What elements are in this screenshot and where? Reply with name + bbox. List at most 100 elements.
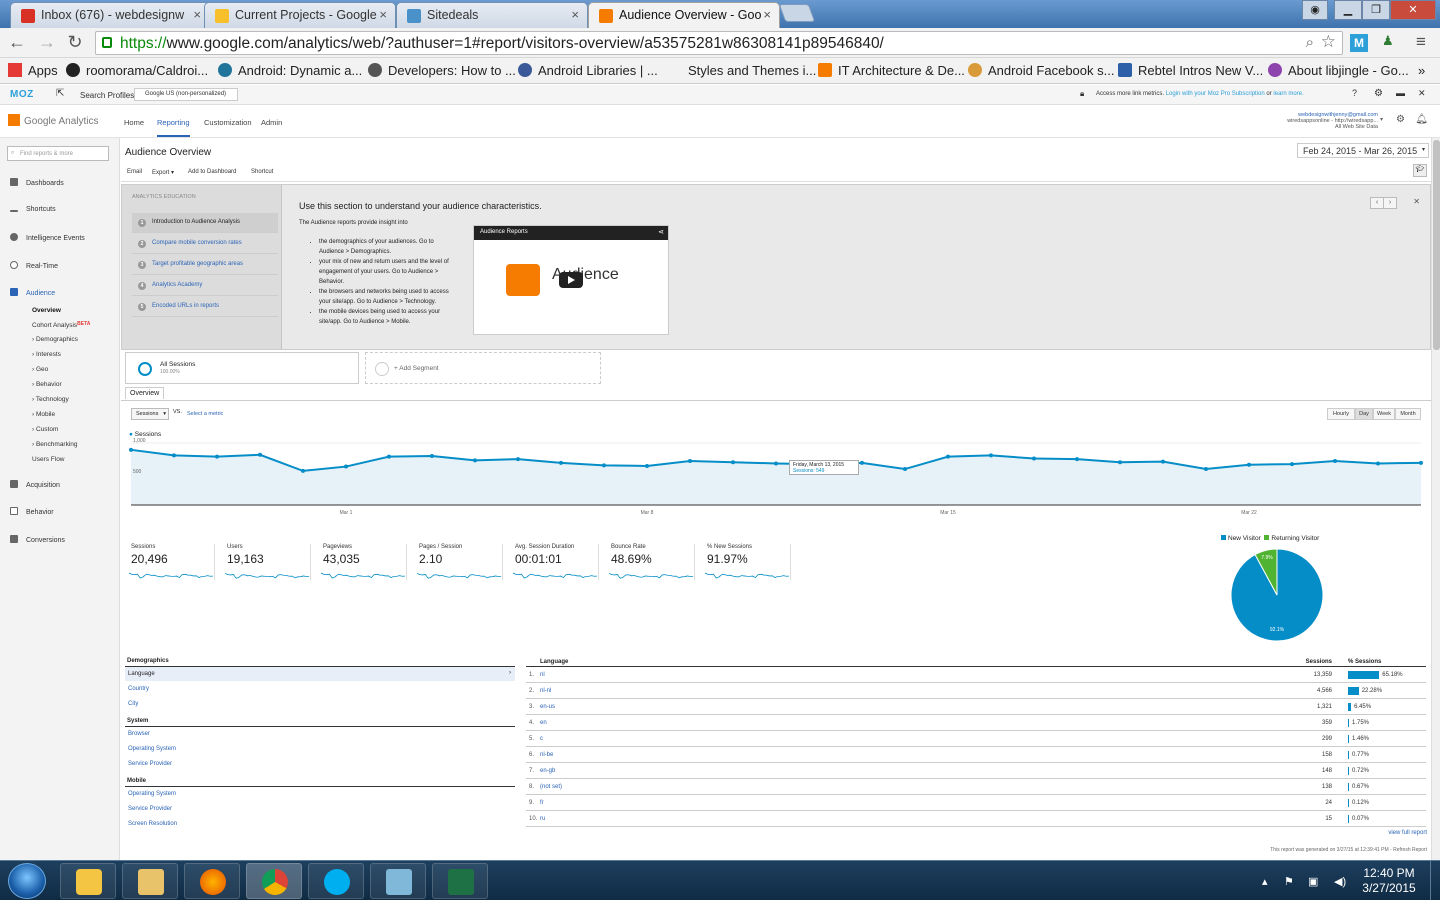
back-icon[interactable]: ← [6,32,28,53]
language-link[interactable]: c [540,736,543,742]
education-video[interactable]: Audience Reports ⋖ Audience [473,225,669,335]
sidebar-item-shortcuts[interactable]: Shortcuts [10,206,56,213]
search-profiles[interactable]: Search Profiles [80,91,134,100]
tab-audience-overview[interactable]: Audience Overview - Goo × [588,2,780,28]
metric-select[interactable]: Sessions ▾ [131,408,169,420]
settings-icon[interactable]: ⚙ [1396,114,1405,125]
network-icon[interactable]: ▣ [1308,875,1318,888]
notifications-icon[interactable]: 🔔︎ [1415,114,1428,125]
search-engine-select[interactable]: Google US (non-personalized) [134,88,238,101]
address-bar[interactable]: https://www.google.com/analytics/web/?au… [95,31,1343,55]
extension-icon[interactable]: ♟ [1382,33,1398,53]
close-icon[interactable]: × [571,7,579,22]
reload-icon[interactable]: ↻ [64,32,86,53]
time-day-button[interactable]: Day [1355,408,1373,420]
language-link[interactable]: fr [540,800,544,806]
previous-lesson-button[interactable]: ‹ [1370,197,1384,209]
demographics-language-item[interactable]: Language › [125,667,515,681]
star-icon[interactable]: ☆ [1321,32,1336,52]
window-close-button[interactable]: ✕ [1390,0,1436,20]
sidebar-item-conversions[interactable]: Conversions [10,535,65,544]
sidebar-item-acquisition[interactable]: Acquisition [10,480,60,489]
forward-icon[interactable]: → [36,32,58,53]
sidebar-item-real-time[interactable]: Real-Time [10,261,58,270]
sessions-chart[interactable]: 1,000 500 Mar 1 Mar 8 Mar 15 Mar 22 Friday, M… [126,433,1426,528]
volume-icon[interactable]: ◀) [1334,875,1346,888]
sidebar-sub-cohort[interactable]: Cohort AnalysisBETA [32,321,90,329]
language-link[interactable]: nl-be [540,752,553,758]
lesson-item[interactable]: 2 Compare mobile conversion rates [132,234,278,254]
bookmark-item[interactable]: Android: Dynamic a... [218,63,362,78]
system-clock[interactable]: 12:40 PM 3/27/2015 [1358,866,1420,896]
bookmark-item[interactable]: Developers: How to ... [368,63,516,78]
tab-overview[interactable]: Overview [125,387,165,399]
close-icon[interactable]: × [379,7,387,22]
zoom-icon[interactable]: ⌕ [1306,34,1314,51]
close-icon[interactable]: ✕ [1413,197,1420,206]
mobile-resolution-link[interactable]: Screen Resolution [128,821,177,827]
scrollbar-thumb[interactable] [1433,140,1440,350]
page-scrollbar[interactable] [1431,138,1440,860]
shortcut-button[interactable]: Shortcut [251,169,273,175]
tab-current-projects[interactable]: Current Projects - Google × [204,2,396,28]
language-link[interactable]: (not set) [540,784,562,790]
sidebar-sub-technology[interactable]: › Technology [32,396,69,403]
add-to-dashboard-button[interactable]: Add to Dashboard [188,169,236,175]
share-icon[interactable]: ⋖ [658,228,664,236]
action-center-icon[interactable]: ⚑ [1284,875,1294,888]
lesson-item[interactable]: 5 Encoded URLs in reports [132,297,278,317]
bookmark-item[interactable]: Android Facebook s... [968,63,1114,78]
language-link[interactable]: en-gb [540,768,555,774]
nav-home[interactable]: Home [124,118,144,127]
lesson-item[interactable]: 1 Introduction to Audience Analysis [132,213,278,233]
language-link[interactable]: nl-nl [540,688,551,694]
gear-icon[interactable]: ⚙ [1374,88,1383,99]
taskbar-outlook[interactable] [60,863,116,899]
chevron-down-icon[interactable]: ▾ [1380,116,1383,123]
sidebar-item-intelligence-events[interactable]: Intelligence Events [10,233,85,242]
taskbar-notes[interactable] [370,863,426,899]
demographics-city-link[interactable]: City [128,701,138,707]
bookmark-item[interactable]: Rebtel Intros New V... [1118,63,1263,78]
metric-pageviews[interactable]: Pageviews 43,035 [319,544,407,580]
bookmark-item[interactable]: IT Architecture & De... [818,63,965,78]
nav-reporting[interactable]: Reporting [157,118,190,137]
lesson-item[interactable]: 3 Target profitable geographic areas [132,255,278,275]
taskbar-chrome[interactable] [246,863,302,899]
language-link[interactable]: nl [540,672,545,678]
sidebar-item-audience[interactable]: Audience [10,288,55,297]
language-link[interactable]: en-us [540,704,555,710]
system-os-link[interactable]: Operating System [128,746,176,752]
metric-avg-session-duration[interactable]: Avg. Session Duration 00:01:01 [511,544,599,580]
sidebar-sub-custom[interactable]: › Custom [32,426,58,433]
tray-expand-icon[interactable]: ▴ [1262,875,1268,888]
learn-more-link[interactable]: learn more. [1273,91,1303,97]
mobile-os-link[interactable]: Operating System [128,791,176,797]
time-week-button[interactable]: Week [1373,408,1395,420]
sidebar-sub-demographics[interactable]: › Demographics [32,336,78,343]
export-button[interactable]: Export ▾ [152,169,174,176]
time-month-button[interactable]: Month [1395,408,1421,420]
moz-login-link[interactable]: Login with your Moz Pro Subscription [1166,91,1265,97]
bookmark-item[interactable]: Android Libraries | ... [518,63,658,78]
time-hourly-button[interactable]: Hourly [1327,408,1355,420]
user-icon[interactable]: ◉ [1302,0,1328,20]
taskbar-firefox[interactable] [184,863,240,899]
close-icon[interactable]: ✕ [1418,88,1426,99]
email-button[interactable]: Email [127,169,142,175]
nav-admin[interactable]: Admin [261,118,282,127]
system-browser-link[interactable]: Browser [128,731,150,737]
sidebar-sub-interests[interactable]: › Interests [32,351,61,358]
metric-users[interactable]: Users 19,163 [223,544,311,580]
minimize-icon[interactable]: ▬ [1396,88,1405,98]
tab-gmail[interactable]: Inbox (676) - webdesignw × [10,2,210,28]
show-desktop-button[interactable] [1430,861,1440,900]
sidebar-sub-overview[interactable]: Overview [32,307,61,314]
taskbar-excel[interactable] [432,863,488,899]
segment-all-sessions[interactable]: All Sessions 100.00% [125,352,359,384]
start-button[interactable] [8,863,46,899]
metric-bounce-rate[interactable]: Bounce Rate 48.69% [607,544,695,580]
bookmark-item[interactable]: About libjingle - Go... [1268,63,1409,78]
mozbar-toggle-icon[interactable]: ⇱ [56,88,64,99]
metric-pages-per-session[interactable]: Pages / Session 2.10 [415,544,503,580]
